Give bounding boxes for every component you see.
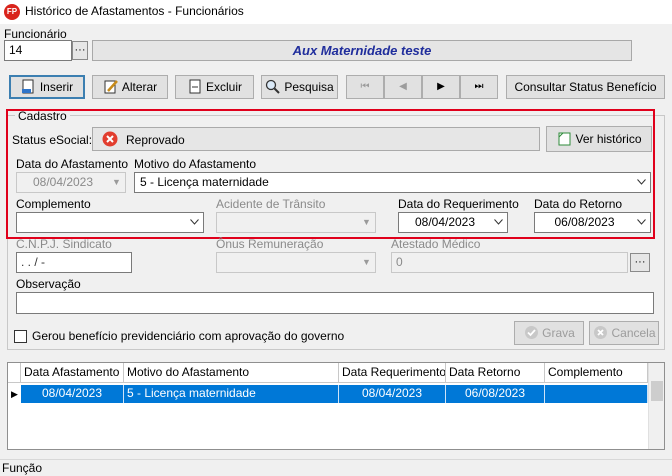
- consultar-status-button[interactable]: Consultar Status Benefício: [506, 75, 665, 99]
- chevron-down-icon[interactable]: [490, 213, 507, 232]
- nav-next-icon: ▶: [437, 81, 445, 92]
- cancela-label: Cancela: [611, 326, 656, 340]
- onus-remuneracao-select[interactable]: ▼: [216, 252, 376, 273]
- scrollbar-thumb[interactable]: [651, 381, 663, 401]
- cell-motivo: 5 - Licença maternidade: [124, 385, 339, 403]
- atestado-medico-label: Atestado Médico: [391, 237, 481, 251]
- chevron-down-icon[interactable]: ▼: [358, 213, 375, 232]
- beneficio-label: Gerou benefício previdenciário com aprov…: [32, 329, 345, 343]
- data-retorno-label: Data do Retorno: [534, 197, 623, 211]
- grid-header-motivo[interactable]: Motivo do Afastamento: [124, 363, 339, 383]
- motivo-afastamento-select[interactable]: 5 - Licença maternidade: [134, 172, 651, 193]
- nav-prev-icon: ◀: [399, 81, 407, 92]
- grid-header-data-afastamento[interactable]: Data Afastamento: [21, 363, 124, 383]
- pesquisa-label: Pesquisa: [284, 80, 334, 94]
- cnpj-sindicato-label: C.N.P.J. Sindicato: [16, 237, 112, 251]
- pesquisa-button[interactable]: Pesquisa: [261, 75, 338, 99]
- history-document-icon: [556, 130, 572, 146]
- funcionario-name-field: Aux Maternidade teste: [92, 40, 632, 61]
- cell-data-retorno: 06/08/2023: [446, 385, 545, 403]
- observacao-label: Observação: [16, 277, 81, 291]
- chevron-down-icon[interactable]: [633, 173, 650, 192]
- cell-complemento: [545, 385, 648, 403]
- cnpj-sindicato-input[interactable]: . . / -: [16, 252, 132, 273]
- status-bar: Função: [0, 459, 672, 476]
- status-bar-text: Função: [2, 461, 43, 475]
- motivo-afastamento-label: Motivo do Afastamento: [134, 157, 257, 171]
- status-esocial-panel: Reprovado: [92, 127, 540, 151]
- data-retorno-value: 06/08/2023: [554, 215, 615, 229]
- alterar-button[interactable]: Alterar: [92, 75, 168, 99]
- data-requerimento-value: 08/04/2023: [414, 215, 476, 229]
- afastamentos-grid: Data Afastamento Motivo do Afastamento D…: [7, 362, 665, 450]
- cancel-icon: [592, 325, 608, 340]
- error-icon: [102, 131, 118, 150]
- beneficio-checkbox[interactable]: [14, 330, 27, 343]
- nav-prev-button[interactable]: ◀: [384, 75, 422, 99]
- cell-data-afastamento: 08/04/2023: [21, 385, 124, 403]
- data-requerimento-label: Data do Requerimento: [398, 197, 519, 211]
- cadastro-legend: Cadastro: [15, 109, 70, 123]
- status-esocial-value: Reprovado: [126, 133, 185, 147]
- observacao-input[interactable]: [16, 292, 654, 314]
- check-icon: [523, 325, 539, 340]
- atestado-medico-input[interactable]: 0: [391, 252, 628, 273]
- grava-button[interactable]: Grava: [514, 321, 584, 345]
- excluir-label: Excluir: [205, 80, 242, 94]
- nav-last-button[interactable]: ⏭: [460, 75, 498, 99]
- ver-historico-button[interactable]: Ver histórico: [546, 126, 652, 152]
- grava-label: Grava: [542, 326, 575, 340]
- grid-header-data-requerimento[interactable]: Data Requerimento: [339, 363, 446, 383]
- onus-remuneracao-label: Ônus Remuneração: [216, 237, 324, 251]
- window-title: Histórico de Afastamentos - Funcionários: [25, 4, 244, 18]
- motivo-afastamento-value: 5 - Licença maternidade: [140, 175, 269, 189]
- inserir-label: Inserir: [39, 80, 74, 94]
- acidente-transito-label: Acidente de Trânsito: [216, 197, 326, 211]
- nav-last-icon: ⏭: [474, 81, 484, 92]
- ver-historico-label: Ver histórico: [575, 132, 642, 146]
- atestado-lookup-button[interactable]: ···: [630, 253, 650, 272]
- row-indicator-icon: ▶: [11, 389, 18, 399]
- search-icon: [265, 79, 281, 94]
- app-icon: FP: [4, 4, 20, 20]
- chevron-down-icon[interactable]: [186, 213, 203, 232]
- excluir-button[interactable]: Excluir: [175, 75, 254, 99]
- grid-indicator-header: [8, 363, 21, 383]
- grid-vertical-scrollbar[interactable]: [648, 363, 664, 449]
- grid-header-complemento[interactable]: Complemento: [545, 363, 648, 383]
- complemento-select[interactable]: [16, 212, 204, 233]
- chevron-down-icon[interactable]: ▼: [358, 253, 375, 272]
- data-retorno-input[interactable]: 06/08/2023: [534, 212, 651, 233]
- grid-header: Data Afastamento Motivo do Afastamento D…: [8, 363, 648, 383]
- cancela-button[interactable]: Cancela: [589, 321, 659, 345]
- alterar-label: Alterar: [121, 80, 158, 94]
- chevron-down-icon[interactable]: ▼: [108, 173, 125, 192]
- grid-header-data-retorno[interactable]: Data Retorno: [446, 363, 545, 383]
- nav-first-button[interactable]: ⏮: [346, 75, 384, 99]
- chevron-down-icon[interactable]: [633, 213, 650, 232]
- cell-data-requerimento: 08/04/2023: [339, 385, 446, 403]
- funcionario-label: Funcionário: [4, 27, 67, 41]
- delete-document-icon: [187, 79, 203, 94]
- data-afastamento-value: 08/04/2023: [32, 175, 94, 189]
- table-row[interactable]: 08/04/2023 5 - Licença maternidade 08/04…: [21, 385, 648, 403]
- funcionario-lookup-button[interactable]: ···: [72, 41, 88, 60]
- funcionario-code-input[interactable]: 14: [4, 40, 72, 61]
- data-afastamento-label: Data do Afastamento: [16, 157, 129, 171]
- data-afastamento-input[interactable]: 08/04/2023 ▼: [16, 172, 126, 193]
- title-bar: FP Histórico de Afastamentos - Funcionár…: [0, 0, 672, 24]
- data-requerimento-input[interactable]: 08/04/2023: [398, 212, 508, 233]
- inserir-button[interactable]: Inserir: [9, 75, 85, 99]
- nav-next-button[interactable]: ▶: [422, 75, 460, 99]
- status-esocial-label: Status eSocial:: [12, 133, 93, 147]
- new-document-icon: [21, 79, 37, 94]
- nav-first-icon: ⏮: [360, 81, 370, 92]
- complemento-label: Complemento: [16, 197, 91, 211]
- edit-icon: [103, 79, 119, 94]
- acidente-transito-select[interactable]: ▼: [216, 212, 376, 233]
